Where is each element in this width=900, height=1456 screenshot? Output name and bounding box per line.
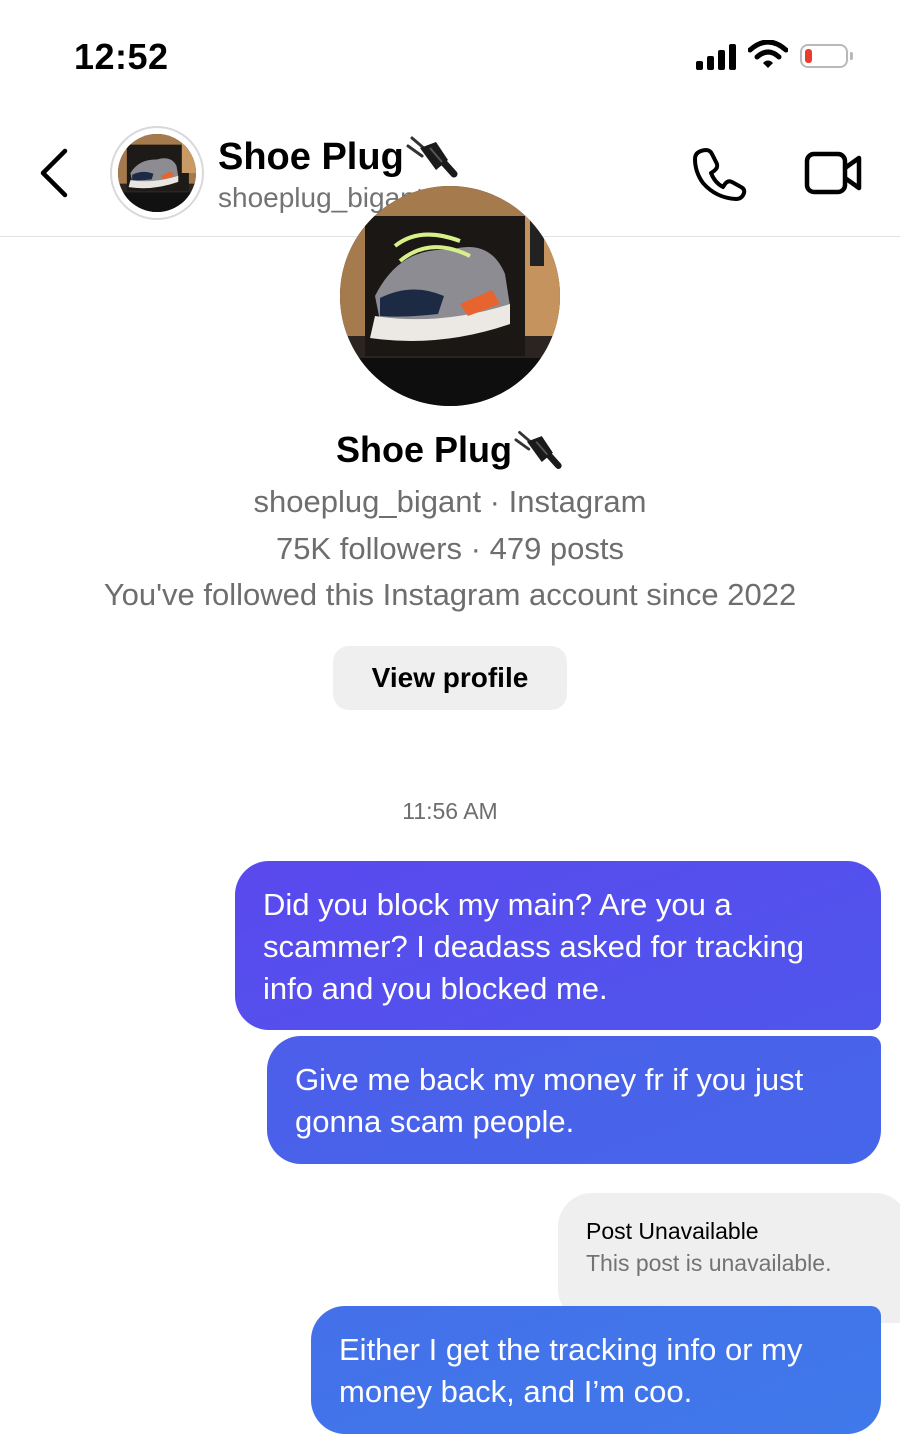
shared-post-unavailable[interactable]: Post Unavailable This post is unavailabl… (558, 1193, 900, 1323)
profile-stats: 75K followers · 479 posts (275, 531, 625, 566)
plug-icon (514, 431, 562, 469)
profile-follow-since: You've followed this Instagram account s… (103, 577, 797, 612)
cellular-signal-icon (696, 44, 736, 70)
outgoing-message[interactable]: Did you block my main? Are you a scammer… (235, 861, 881, 1030)
header-contact-name[interactable]: Shoe Plug (218, 134, 460, 180)
post-title: Post Unavailable (586, 1218, 759, 1244)
message-text: Either I get the tracking info or my mon… (339, 1332, 803, 1409)
wifi-icon (747, 39, 789, 75)
view-profile-button[interactable]: View profile (333, 646, 567, 710)
header-name-text: Shoe Plug (218, 135, 404, 178)
profile-name-text: Shoe Plug (335, 429, 512, 470)
status-time: 12:52 (74, 36, 169, 77)
phone-icon (693, 148, 747, 201)
outgoing-message[interactable]: Give me back my money fr if you just gon… (267, 1036, 881, 1164)
plug-icon (406, 136, 458, 178)
back-button[interactable] (38, 148, 70, 203)
message-timestamp: 11:56 AM (402, 798, 498, 824)
audio-call-button[interactable] (692, 146, 748, 207)
video-camera-icon (804, 151, 862, 195)
outgoing-message[interactable]: Either I get the tracking info or my mon… (311, 1306, 881, 1434)
header-avatar[interactable] (110, 126, 204, 220)
profile-name: Shoe Plug (0, 428, 900, 472)
message-text: Give me back my money fr if you just gon… (295, 1062, 804, 1139)
post-subtitle: This post is unavailable. (586, 1250, 832, 1276)
sneaker-photo (340, 186, 560, 406)
profile-handle-platform: shoeplug_bigant · Instagram (253, 484, 647, 519)
video-call-button[interactable] (804, 148, 864, 203)
battery-icon (800, 44, 853, 68)
chevron-left-icon (40, 148, 68, 198)
profile-avatar[interactable] (340, 186, 560, 406)
message-text: Did you block my main? Are you a scammer… (263, 887, 805, 1006)
battery-level (805, 49, 812, 63)
